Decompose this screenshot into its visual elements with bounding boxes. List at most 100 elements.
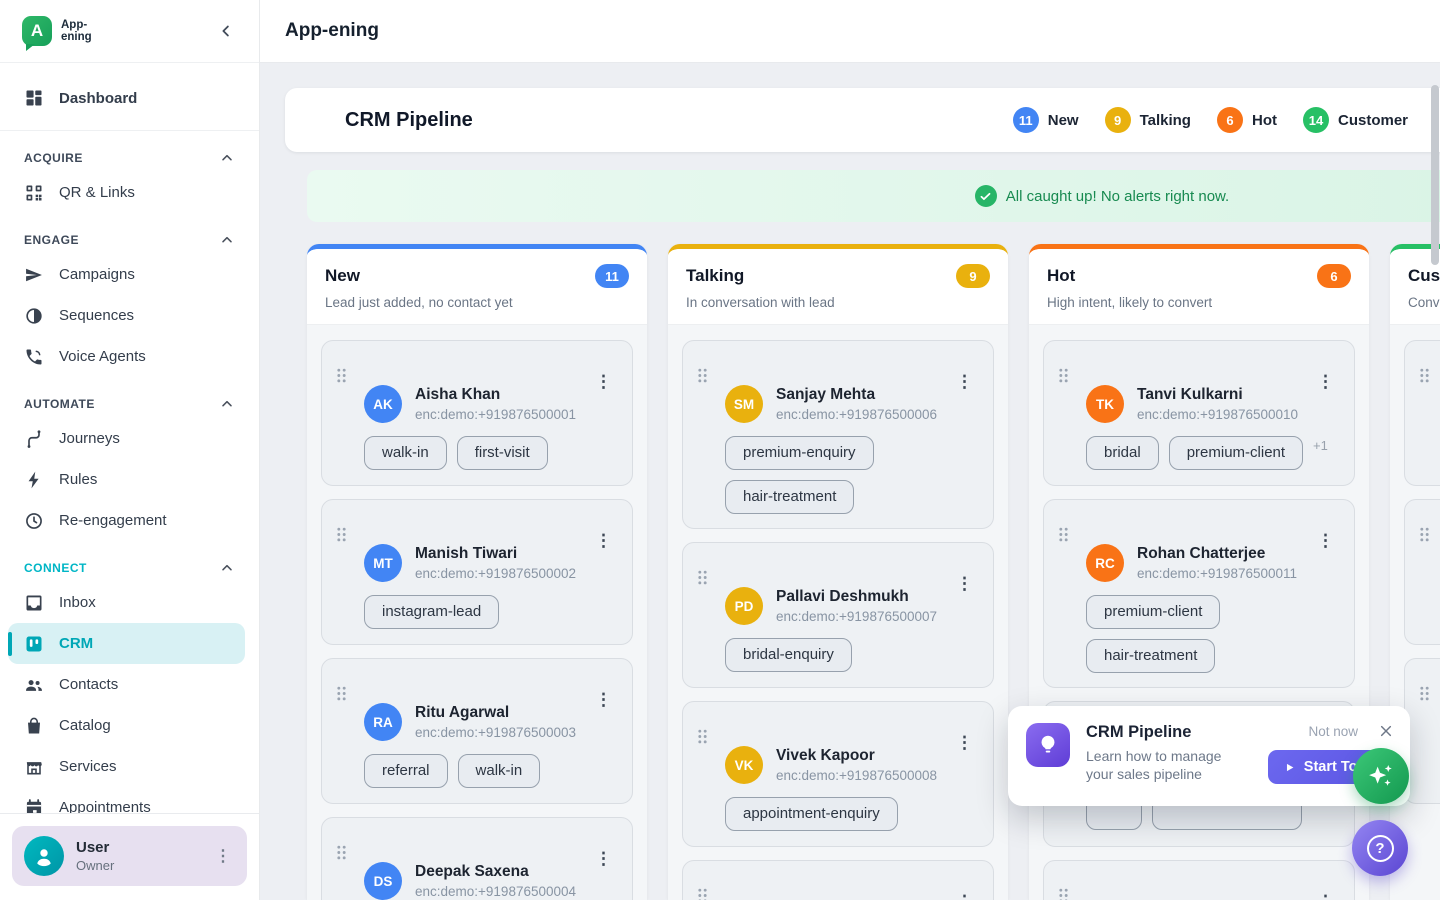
card-menu-button[interactable]: ⋮ [952,732,977,753]
card-menu-button[interactable]: ⋮ [591,530,616,551]
section-label: ENGAGE [24,233,79,247]
stat-label: Customer [1338,112,1408,129]
sidebar: A App- ening Dashboard ACQUIRE QR & Links E… [0,0,260,900]
lead-card[interactable]: ⋮AKAmit Kumar [1043,860,1355,900]
vertical-scrollbar-thumb[interactable] [1431,85,1439,265]
user-menu-button[interactable]: ⋮ [211,842,235,870]
drag-handle-icon[interactable] [1058,888,1340,900]
ai-assistant-fab[interactable] [1353,748,1409,804]
lead-card[interactable]: ⋮SMSanjay Mehtaenc:demo:+919876500006pre… [682,340,994,529]
card-menu-button[interactable]: ⋮ [1313,530,1338,551]
close-icon[interactable] [1378,723,1394,739]
sidebar-item-inbox[interactable]: Inbox [0,582,259,623]
sidebar-item-crm[interactable]: CRM [8,623,245,664]
drag-handle-icon[interactable] [697,729,979,744]
lead-phone: enc:demo:+919876500001 [415,407,576,422]
section-header-acquire[interactable]: ACQUIRE [0,147,259,169]
lead-phone: enc:demo:+919876500011 [1137,566,1297,581]
lead-card[interactable]: ⋮PDPallavi Deshmukhenc:demo:+91987650000… [682,542,994,688]
card-menu-button[interactable]: ⋮ [591,371,616,392]
not-now-button[interactable]: Not now [1308,724,1358,739]
card-menu-button[interactable]: ⋮ [591,848,616,869]
drag-handle-icon[interactable] [336,845,618,860]
avatar: MT [364,544,402,582]
lead-card[interactable]: ⋮MTManish Tiwarienc:demo:+919876500002in… [321,499,633,645]
lead-card-main: MT Manish Tiwarienc:demo:+919876500002 [364,544,588,582]
drag-handle-icon[interactable] [1058,368,1340,383]
drag-handle-icon[interactable] [1419,686,1440,701]
lead-card[interactable] [1404,340,1440,486]
sidebar-item-dashboard[interactable]: Dashboard [0,75,259,121]
inbox-icon [24,593,44,613]
sidebar-item-journeys[interactable]: Journeys [0,418,259,459]
bag-icon [24,716,44,736]
sidebar-item-re-engagement[interactable]: Re-engagement [0,500,259,541]
column-header: Hot6High intent, likely to convert [1029,249,1369,325]
drag-handle-icon[interactable] [697,888,979,900]
drag-handle-icon[interactable] [336,368,618,383]
sidebar-item-campaigns[interactable]: Campaigns [0,254,259,295]
card-menu-button[interactable]: ⋮ [1313,891,1338,900]
sidebar-header: A App- ening [0,0,259,63]
sidebar-item-services[interactable]: Services [0,746,259,787]
user-card[interactable]: User Owner ⋮ [12,826,247,886]
card-menu-button[interactable]: ⋮ [952,891,977,900]
avatar: VK [725,746,763,784]
section-header-automate[interactable]: AUTOMATE [0,393,259,415]
lead-card[interactable]: ⋮AKAisha Khanenc:demo:+919876500001walk-… [321,340,633,486]
lead-card-main: SMSanjay Mehtaenc:demo:+919876500006 [725,385,949,423]
lead-card[interactable]: ⋮DSDeepak Saxenaenc:demo:+919876500004 [321,817,633,900]
lead-card[interactable] [1404,499,1440,645]
sidebar-item-rules[interactable]: Rules [0,459,259,500]
user-role: Owner [76,858,114,873]
store-icon [24,757,44,777]
lead-name: Sanjay Mehta [776,386,937,404]
card-menu-button[interactable]: ⋮ [591,689,616,710]
avatar: TK [1086,385,1124,423]
card-menu-button[interactable]: ⋮ [952,371,977,392]
drag-handle-icon[interactable] [697,368,979,383]
column-header: New11Lead just added, no contact yet [307,249,647,325]
lead-info: Rohan Chatterjeeenc:demo:+919876500011 [1137,545,1297,581]
drag-handle-icon[interactable] [1419,368,1440,383]
column-title: Customer [1408,266,1440,286]
tag: hair-treatment [725,480,854,514]
lead-card[interactable]: ⋮RARitu Agarwalenc:demo:+919876500003ref… [321,658,633,804]
lead-card-main: VKVivek Kapoorenc:demo:+919876500008 [725,746,949,784]
pipeline-title: CRM Pipeline [345,109,473,132]
drag-handle-icon[interactable] [1058,527,1340,542]
drag-handle-icon[interactable] [336,527,618,542]
toast-title: CRM Pipeline [1086,723,1252,742]
pipeline-stats: 11New9Talking6Hot14Customer [1013,107,1408,133]
card-menu-button[interactable]: ⋮ [952,573,977,594]
stat-count-badge: 9 [1105,107,1131,133]
lead-card[interactable]: ⋮VKVivek Kapoorenc:demo:+919876500008 app… [682,701,994,847]
sidebar-item-qr-links[interactable]: QR & Links [0,172,259,213]
drag-handle-icon[interactable] [1419,527,1440,542]
people-icon [24,675,44,695]
lead-name: Manish Tiwari [415,545,576,563]
avatar: DS [364,862,402,900]
drag-handle-icon[interactable] [336,686,618,701]
card-menu-button[interactable]: ⋮ [1313,371,1338,392]
drag-handle-icon[interactable] [697,570,979,585]
tag: walk-in [458,754,541,788]
tag: referral [364,754,448,788]
sidebar-collapse-button[interactable] [213,18,239,44]
sidebar-item-contacts[interactable]: Contacts [0,664,259,705]
sidebar-item-sequences[interactable]: Sequences [0,295,259,336]
app-logo: A [22,16,52,46]
section-header-connect[interactable]: CONNECT [0,557,259,579]
sidebar-item-catalog[interactable]: Catalog [0,705,259,746]
tag: appointment-enquiry [725,797,898,831]
pipeline-header-card: CRM Pipeline 11New9Talking6Hot14Customer [285,88,1440,152]
lead-card[interactable]: ⋮TKTanvi Kulkarnienc:demo:+919876500010b… [1043,340,1355,486]
lead-card[interactable]: ⋮RCRohan Chatterjeeenc:demo:+91987650001… [1043,499,1355,688]
sparkle-icon [1366,761,1396,791]
sidebar-item-voice-agents[interactable]: Voice Agents [0,336,259,377]
lead-card[interactable]: ⋮NSNandini Shetty [682,860,994,900]
lead-info: Manish Tiwarienc:demo:+919876500002 [415,545,576,581]
help-fab[interactable]: ? [1352,820,1408,876]
section-header-engage[interactable]: ENGAGE [0,229,259,251]
sidebar-item-label: Campaigns [59,266,135,283]
